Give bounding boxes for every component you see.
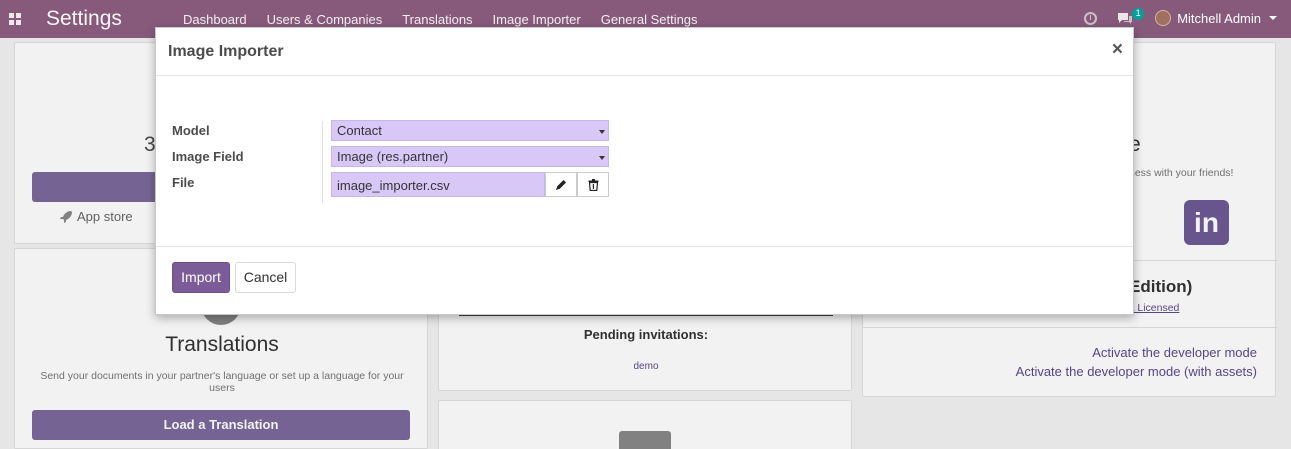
dialog-body: Model Image Field File Contact Image (re… bbox=[156, 76, 1133, 247]
image-field-label: Image Field bbox=[172, 149, 244, 164]
import-button[interactable]: Import bbox=[172, 262, 230, 293]
user-avatar[interactable] bbox=[1155, 10, 1172, 26]
menu-image-importer[interactable]: Image Importer bbox=[483, 12, 591, 27]
pencil-icon bbox=[556, 179, 566, 190]
image-importer-dialog: Image Importer × Model Image Field File … bbox=[155, 27, 1134, 315]
dialog-footer: Import Cancel bbox=[156, 247, 1133, 315]
file-name-field[interactable]: image_importer.csv bbox=[331, 172, 545, 197]
menu-users-companies[interactable]: Users & Companies bbox=[257, 12, 393, 27]
activity-clock-icon[interactable] bbox=[1084, 11, 1098, 25]
navbar-systray: 1 Mitchell Admin bbox=[1084, 8, 1277, 26]
messaging-icon[interactable]: 1 bbox=[1117, 8, 1145, 24]
close-icon[interactable]: × bbox=[1112, 40, 1123, 60]
menu-general-settings[interactable]: General Settings bbox=[591, 12, 708, 27]
apps-menu-icon[interactable] bbox=[9, 13, 21, 25]
model-label: Model bbox=[172, 123, 210, 138]
clear-file-button[interactable] bbox=[577, 172, 609, 197]
menu-translations[interactable]: Translations bbox=[392, 12, 482, 27]
image-field-select[interactable]: Image (res.partner) bbox=[331, 146, 609, 167]
menu-dashboard[interactable]: Dashboard bbox=[173, 12, 257, 27]
model-select-value: Contact bbox=[337, 123, 382, 138]
chevron-down-icon[interactable] bbox=[1269, 16, 1277, 20]
user-name[interactable]: Mitchell Admin bbox=[1177, 11, 1261, 26]
cancel-button[interactable]: Cancel bbox=[235, 262, 296, 293]
field-separator bbox=[322, 121, 323, 203]
image-field-select-value: Image (res.partner) bbox=[337, 149, 449, 164]
app-title: Settings bbox=[46, 7, 122, 30]
edit-file-button[interactable] bbox=[545, 172, 577, 197]
chevron-down-icon bbox=[599, 130, 605, 134]
message-count-badge: 1 bbox=[1132, 8, 1145, 20]
trash-icon bbox=[588, 178, 598, 191]
dialog-header: Image Importer × bbox=[156, 28, 1133, 76]
file-label: File bbox=[172, 175, 195, 190]
model-select[interactable]: Contact bbox=[331, 120, 609, 141]
chevron-down-icon bbox=[599, 156, 605, 160]
main-menu: Dashboard Users & Companies Translations… bbox=[173, 12, 708, 27]
dialog-title: Image Importer bbox=[168, 43, 284, 60]
